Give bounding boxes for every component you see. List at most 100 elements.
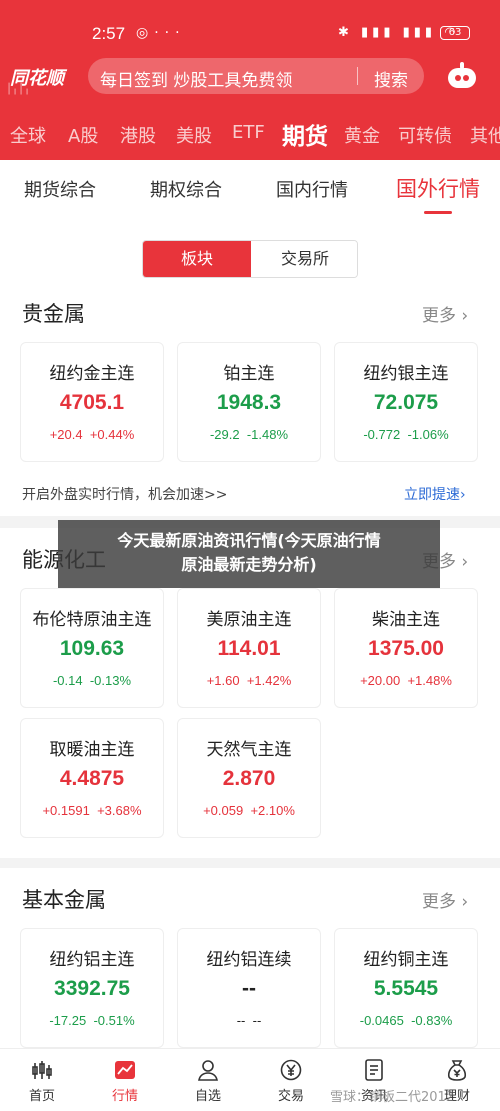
contract-price: 5.5545 (373, 977, 439, 1000)
status-time: 2:57 (92, 24, 126, 43)
section-more-link[interactable]: 更多 › (422, 301, 468, 326)
contract-change: -0.0465 -0.83% (359, 1013, 453, 1028)
tab-etf[interactable]: ETF (232, 122, 265, 143)
nav-label: 自选 (194, 1089, 221, 1104)
quote-card[interactable]: 纽约铝主连 3392.75 -17.25 -0.51% (20, 928, 164, 1048)
contract-price: -- (242, 977, 256, 1000)
contract-change: -0.14 -0.13% (52, 673, 132, 688)
contract-change: -0.772 -1.06% (363, 427, 449, 442)
money-bag-icon (447, 1060, 467, 1081)
contract-price: 1948.3 (216, 391, 282, 414)
quote-card[interactable]: 取暖油主连 4.4875 +0.1591 +3.68% (20, 718, 164, 838)
status-bar: 2:57 ◎··· ✱ ▮▮▮ ▮▮▮ ◠ 63 (0, 0, 500, 48)
section-more-link[interactable]: 更多 › (422, 887, 468, 912)
contract-change: +20.00 +1.48% (360, 673, 452, 688)
contract-name: 铂主连 (223, 364, 275, 384)
tab-other[interactable]: 其他 (470, 122, 500, 148)
subtab-futures-overview[interactable]: 期货综合 (24, 176, 96, 202)
contract-change: -17.25 -0.51% (49, 1013, 135, 1028)
app-header: 2:57 ◎··· ✱ ▮▮▮ ▮▮▮ ◠ 63 同花顺 ┃╻┃╻ 每日签到 炒… (0, 0, 500, 160)
contract-change: +1.60 +1.42% (206, 673, 292, 688)
section-title: 基本金属 (22, 888, 106, 912)
robot-assistant-icon[interactable] (446, 62, 478, 90)
tab-gold[interactable]: 黄金 (344, 122, 380, 148)
contract-change: -- -- (236, 1013, 262, 1028)
contract-name: 纽约铝连续 (206, 950, 292, 970)
subtab-options-overview[interactable]: 期权综合 (150, 176, 222, 202)
overlay-line-2: 原油最新走势分析) (181, 555, 317, 574)
contract-price: 114.01 (217, 637, 281, 660)
contract-price: 1375.00 (368, 637, 444, 660)
nav-label: 首页 (28, 1089, 55, 1104)
tab-hk[interactable]: 港股 (120, 122, 156, 148)
contract-price: 4.4875 (59, 767, 125, 790)
subtab-domestic[interactable]: 国内行情 (276, 176, 348, 202)
overlay-line-1: 今天最新原油资讯行情(今天原油行情 (117, 531, 381, 550)
quote-card[interactable]: 纽约金主连 4705.1 +20.4 +0.44% (20, 342, 164, 462)
quote-card[interactable]: 柴油主连 1375.00 +20.00 +1.48% (334, 588, 478, 708)
nav-market[interactable]: 行情 (85, 1049, 165, 1111)
contract-name: 柴油主连 (372, 610, 440, 630)
speed-up-label: 立即提速 (404, 487, 460, 503)
quote-card[interactable]: 纽约铜主连 5.5545 -0.0465 -0.83% (334, 928, 478, 1048)
tab-futures[interactable]: 期货 (282, 117, 328, 151)
contract-price: 2.870 (222, 767, 276, 790)
quote-card[interactable]: 布伦特原油主连 109.63 -0.14 -0.13% (20, 588, 164, 708)
futures-subtabs: 期货综合 期权综合 国内行情 国外行情 (0, 160, 500, 214)
contract-name: 取暖油主连 (49, 740, 135, 760)
segment-exchange[interactable]: 交易所 (251, 241, 357, 277)
quote-card[interactable]: 纽约银主连 72.075 -0.772 -1.06% (334, 342, 478, 462)
home-chart-icon (32, 1061, 52, 1079)
speed-up-link[interactable]: 立即提速› (404, 484, 466, 504)
more-label: 更多 (422, 306, 456, 326)
subtab-foreign-label: 国外行情 (396, 177, 480, 201)
quote-card[interactable]: 天然气主连 2.870 +0.059 +2.10% (177, 718, 321, 838)
market-tabs: 全球 A股 港股 美股 ETF 期货 黄金 可转债 其他 (0, 116, 500, 150)
tab-a-shares[interactable]: A股 (68, 122, 98, 148)
segment-sector[interactable]: 板块 (143, 241, 251, 277)
article-title-overlay: 今天最新原油资讯行情(今天原油行情 原油最新走势分析) (58, 520, 440, 588)
tab-global[interactable]: 全球 (10, 122, 46, 148)
quote-card[interactable]: 美原油主连 114.01 +1.60 +1.42% (177, 588, 321, 708)
contract-price: 3392.75 (54, 977, 130, 1000)
contract-price: 4705.1 (59, 391, 125, 414)
quote-card[interactable]: 纽约铝连续 -- -- -- (177, 928, 321, 1048)
quote-card[interactable]: 铂主连 1948.3 -29.2 -1.48% (177, 342, 321, 462)
nav-watchlist[interactable]: 自选 (168, 1049, 248, 1111)
nav-home[interactable]: 首页 (2, 1049, 82, 1111)
news-document-icon (365, 1059, 383, 1081)
chevron-right-icon: › (461, 892, 469, 912)
contract-price: 72.075 (373, 391, 439, 414)
tab-convertible[interactable]: 可转债 (398, 122, 452, 148)
tab-us[interactable]: 美股 (176, 122, 212, 148)
search-divider (357, 67, 358, 85)
contract-name: 纽约金主连 (49, 364, 135, 384)
chevron-right-icon: › (461, 306, 469, 326)
contract-name: 纽约铜主连 (363, 950, 449, 970)
more-label: 更多 (422, 892, 456, 912)
search-placeholder: 每日签到 炒股工具免费领 (100, 71, 293, 91)
precious-metals-section: 板块 交易所 贵金属 更多 › 纽约金主连 4705.1 +20.4 +0.44… (0, 214, 500, 516)
battery-icon: 63 (440, 26, 470, 40)
user-icon (198, 1060, 218, 1081)
base-metals-section: 基本金属 更多 › 纽约铝主连 3392.75 -17.25 -0.51% 纽约… (0, 868, 500, 1048)
nav-label: 行情 (111, 1089, 138, 1104)
chevron-right-icon: › (461, 552, 469, 572)
market-chart-icon (115, 1061, 135, 1079)
nav-label: 交易 (277, 1089, 304, 1104)
subtab-foreign[interactable]: 国外行情 (396, 173, 480, 214)
promo-text: 开启外盘实时行情，机会加速>> (22, 487, 228, 503)
contract-change: -29.2 -1.48% (209, 427, 289, 442)
view-segment: 板块 交易所 (142, 240, 358, 278)
contract-name: 天然气主连 (206, 740, 292, 760)
notification-icons: ◎··· (136, 25, 186, 41)
search-button[interactable]: 搜索 (374, 66, 408, 91)
contract-name: 布伦特原油主连 (32, 610, 152, 630)
chevron-right-icon: › (460, 487, 466, 503)
watermark-text: 雪球：铜板二代2012 (330, 1090, 455, 1105)
search-bar[interactable]: 每日签到 炒股工具免费领 搜索 (88, 58, 424, 94)
contract-change: +0.059 +2.10% (203, 803, 295, 818)
contract-name: 纽约铝主连 (49, 950, 135, 970)
contract-name: 美原油主连 (206, 610, 292, 630)
nav-trade[interactable]: 交易 (251, 1049, 331, 1111)
